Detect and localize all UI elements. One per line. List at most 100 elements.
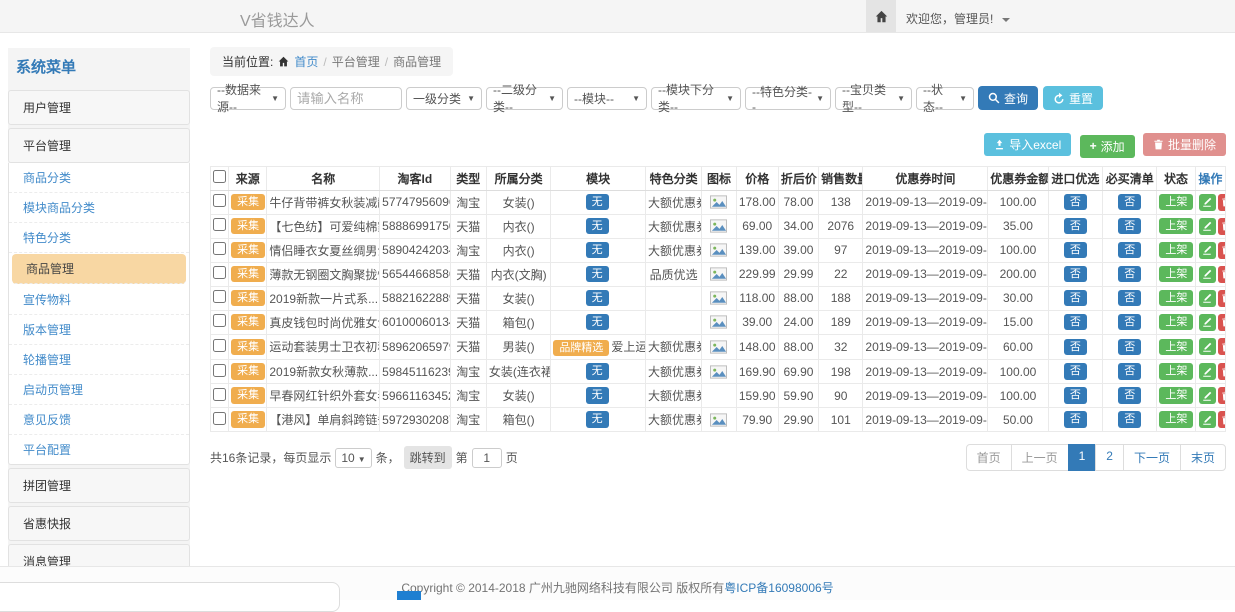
edit-button[interactable]: [1199, 314, 1216, 331]
batch-delete-button[interactable]: 批量删除: [1143, 133, 1226, 156]
select-all-checkbox[interactable]: [213, 170, 226, 183]
row-checkbox[interactable]: [213, 339, 226, 352]
status-badge[interactable]: 上架: [1159, 411, 1193, 428]
sidebar-item[interactable]: 版本管理: [9, 315, 189, 345]
sidebar-item[interactable]: 商品分类: [9, 163, 189, 193]
sidebar-item[interactable]: 模块商品分类: [9, 193, 189, 223]
row-checkbox[interactable]: [213, 218, 226, 231]
import-select-badge[interactable]: 否: [1064, 242, 1087, 259]
import-select-badge[interactable]: 否: [1064, 411, 1087, 428]
jump-button[interactable]: 跳转到: [404, 446, 452, 469]
delete-button[interactable]: [1218, 242, 1226, 259]
filter-select[interactable]: --数据来源-- ▼: [210, 87, 286, 110]
add-button[interactable]: + 添加: [1080, 135, 1135, 158]
sidebar-item[interactable]: 轮播管理: [9, 345, 189, 375]
must-buy-badge[interactable]: 否: [1118, 363, 1141, 380]
sidebar-item[interactable]: 商品管理: [12, 254, 186, 284]
page-button[interactable]: 1: [1068, 444, 1097, 471]
filter-select[interactable]: --模块-- ▼: [567, 87, 647, 110]
must-buy-badge[interactable]: 否: [1118, 387, 1141, 404]
edit-button[interactable]: [1199, 218, 1216, 235]
row-checkbox[interactable]: [213, 194, 226, 207]
sidebar-group-4[interactable]: 消息管理: [8, 544, 190, 566]
row-checkbox[interactable]: [213, 266, 226, 279]
import-select-badge[interactable]: 否: [1064, 387, 1087, 404]
sidebar-item[interactable]: 特色分类: [9, 223, 189, 253]
query-button[interactable]: 查询: [978, 86, 1038, 110]
import-select-badge[interactable]: 否: [1064, 363, 1087, 380]
delete-button[interactable]: [1218, 266, 1226, 283]
reset-button[interactable]: 重置: [1043, 86, 1103, 110]
filter-select[interactable]: 一级分类 ▼: [406, 87, 482, 110]
row-checkbox[interactable]: [213, 314, 226, 327]
must-buy-badge[interactable]: 否: [1118, 194, 1141, 211]
edit-button[interactable]: [1199, 387, 1216, 404]
delete-button[interactable]: [1218, 314, 1226, 331]
status-badge[interactable]: 上架: [1159, 194, 1193, 211]
import-select-badge[interactable]: 否: [1064, 339, 1087, 356]
page-button[interactable]: 末页: [1180, 444, 1226, 471]
delete-button[interactable]: [1218, 411, 1226, 428]
filter-select[interactable]: --特色分类-- ▼: [745, 87, 831, 110]
edit-button[interactable]: [1199, 338, 1216, 355]
page-size-select[interactable]: 10▼: [335, 448, 371, 468]
edit-button[interactable]: [1199, 290, 1216, 307]
must-buy-badge[interactable]: 否: [1118, 266, 1141, 283]
delete-button[interactable]: [1218, 363, 1226, 380]
sidebar-item[interactable]: 启动页管理: [9, 375, 189, 405]
delete-button[interactable]: [1218, 338, 1226, 355]
page-button[interactable]: 下一页: [1123, 444, 1181, 471]
row-checkbox[interactable]: [213, 364, 226, 377]
edit-button[interactable]: [1199, 363, 1216, 380]
edit-button[interactable]: [1199, 194, 1216, 211]
row-checkbox[interactable]: [213, 242, 226, 255]
status-badge[interactable]: 上架: [1159, 218, 1193, 235]
status-badge[interactable]: 上架: [1159, 266, 1193, 283]
home-button[interactable]: [866, 0, 896, 32]
sidebar-item[interactable]: 宣传物料: [9, 285, 189, 315]
edit-button[interactable]: [1199, 242, 1216, 259]
blue-widget[interactable]: [397, 591, 421, 600]
row-checkbox[interactable]: [213, 412, 226, 425]
filter-select[interactable]: --模块下分类-- ▼: [651, 87, 741, 110]
delete-button[interactable]: [1218, 194, 1226, 211]
icp-link[interactable]: 粤ICP备16098006号: [724, 581, 833, 595]
name-search-input[interactable]: [290, 87, 402, 110]
sidebar-item[interactable]: 平台配置: [9, 435, 189, 464]
sidebar-group-1[interactable]: 平台管理: [8, 128, 190, 163]
page-number-input[interactable]: [472, 448, 502, 468]
page-button[interactable]: 上一页: [1011, 444, 1069, 471]
must-buy-badge[interactable]: 否: [1118, 218, 1141, 235]
delete-button[interactable]: [1218, 290, 1226, 307]
status-badge[interactable]: 上架: [1159, 242, 1193, 259]
status-badge[interactable]: 上架: [1159, 387, 1193, 404]
page-button[interactable]: 2: [1095, 444, 1124, 471]
row-checkbox[interactable]: [213, 290, 226, 303]
row-checkbox[interactable]: [213, 388, 226, 401]
import-select-badge[interactable]: 否: [1064, 266, 1087, 283]
filter-select[interactable]: --二级分类-- ▼: [486, 87, 563, 110]
must-buy-badge[interactable]: 否: [1118, 242, 1141, 259]
edit-button[interactable]: [1199, 266, 1216, 283]
must-buy-badge[interactable]: 否: [1118, 411, 1141, 428]
status-badge[interactable]: 上架: [1159, 290, 1193, 307]
import-excel-button[interactable]: 导入excel: [984, 133, 1071, 156]
import-select-badge[interactable]: 否: [1064, 194, 1087, 211]
user-menu[interactable]: 欢迎您，管理员!: [906, 10, 1010, 27]
edit-button[interactable]: [1199, 411, 1216, 428]
import-select-badge[interactable]: 否: [1064, 290, 1087, 307]
sidebar-group-2[interactable]: 拼团管理: [8, 468, 190, 503]
must-buy-badge[interactable]: 否: [1118, 339, 1141, 356]
filter-select[interactable]: --宝贝类型-- ▼: [835, 87, 912, 110]
must-buy-badge[interactable]: 否: [1118, 290, 1141, 307]
page-button[interactable]: 首页: [966, 444, 1012, 471]
breadcrumb-home-link[interactable]: 首页: [294, 53, 318, 70]
must-buy-badge[interactable]: 否: [1118, 314, 1141, 331]
sidebar-group-3[interactable]: 省惠快报: [8, 506, 190, 541]
sidebar-group-0[interactable]: 用户管理: [8, 90, 190, 125]
import-select-badge[interactable]: 否: [1064, 218, 1087, 235]
import-select-badge[interactable]: 否: [1064, 314, 1087, 331]
delete-button[interactable]: [1218, 387, 1226, 404]
sidebar-item[interactable]: 意见反馈: [9, 405, 189, 435]
status-badge[interactable]: 上架: [1159, 314, 1193, 331]
